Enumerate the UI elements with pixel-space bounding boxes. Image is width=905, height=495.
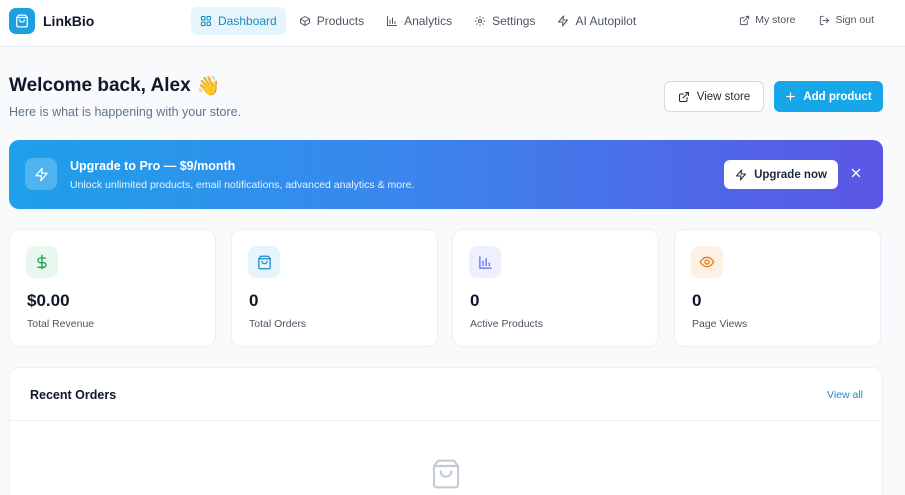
shopping-bag-icon — [430, 458, 462, 490]
stat-card-total-orders: 0 Total Orders — [231, 229, 438, 347]
view-all-orders-link[interactable]: View all — [827, 389, 863, 401]
view-store-label: View store — [696, 90, 751, 103]
sign-out-label: Sign out — [835, 14, 874, 26]
eye-icon — [691, 246, 723, 278]
lightning-icon — [735, 169, 747, 181]
upgrade-now-label: Upgrade now — [754, 168, 827, 181]
lightning-icon — [557, 15, 569, 27]
page-title: Welcome back, Alex 👋 — [9, 74, 220, 98]
waving-hand-emoji: 👋 — [196, 76, 221, 97]
nav-item-settings[interactable]: Settings — [465, 7, 544, 35]
stat-card-active-products: 0 Active Products — [452, 229, 659, 347]
main-nav: Dashboard Products Analytics Settings AI… — [191, 7, 645, 35]
plus-icon — [785, 91, 796, 102]
nav-item-label: AI Autopilot — [575, 14, 637, 28]
stat-value: 0 — [249, 291, 259, 310]
add-product-label: Add product — [803, 90, 872, 103]
lightning-icon — [25, 158, 57, 190]
gear-icon — [474, 15, 486, 27]
my-store-label: My store — [755, 14, 796, 26]
add-product-button[interactable]: Add product — [774, 81, 883, 112]
recent-orders-panel: Recent Orders View all — [9, 367, 883, 495]
sign-out-icon — [819, 15, 830, 26]
stat-label: Total Orders — [249, 318, 307, 330]
bar-chart-icon — [469, 246, 501, 278]
dollar-icon — [26, 246, 58, 278]
stat-value: 0 — [470, 291, 480, 310]
bar-chart-icon — [386, 15, 398, 27]
shopping-bag-icon — [248, 246, 280, 278]
stat-value: $0.00 — [27, 291, 70, 310]
sign-out-link[interactable]: Sign out — [819, 14, 874, 26]
account-links: My store Sign out — [739, 14, 874, 26]
nav-item-label: Dashboard — [218, 14, 277, 28]
recent-orders-title: Recent Orders — [30, 388, 117, 402]
box-icon — [299, 15, 311, 27]
shopping-bag-icon — [9, 8, 35, 34]
banner-title: Upgrade to Pro — $9/month — [70, 159, 236, 173]
stat-value: 0 — [692, 291, 702, 310]
stat-label: Page Views — [692, 318, 748, 330]
nav-item-products[interactable]: Products — [290, 7, 373, 35]
top-navigation-bar: LinkBio Dashboard Products Analytics Set… — [0, 0, 905, 47]
divider — [10, 420, 882, 421]
upgrade-banner: Upgrade to Pro — $9/month Unlock unlimit… — [9, 140, 883, 209]
page-subtitle: Here is what is happening with your stor… — [9, 105, 242, 119]
stat-label: Active Products — [470, 318, 543, 330]
view-store-button[interactable]: View store — [664, 81, 764, 112]
welcome-text: Welcome back, Alex — [9, 75, 191, 96]
nav-item-label: Products — [316, 14, 365, 28]
external-link-icon — [678, 91, 690, 103]
stat-card-total-revenue: $0.00 Total Revenue — [9, 229, 216, 347]
nav-item-ai-autopilot[interactable]: AI Autopilot — [548, 7, 645, 35]
nav-item-label: Settings — [492, 14, 536, 28]
stat-label: Total Revenue — [27, 318, 95, 330]
external-link-icon — [739, 15, 750, 26]
brand-logo[interactable]: LinkBio — [9, 8, 94, 34]
close-icon[interactable] — [849, 166, 863, 180]
nav-item-analytics[interactable]: Analytics — [377, 7, 461, 35]
nav-item-label: Analytics — [404, 14, 453, 28]
stat-card-page-views: 0 Page Views — [674, 229, 881, 347]
brand-name: LinkBio — [43, 13, 95, 29]
nav-item-dashboard[interactable]: Dashboard — [191, 7, 286, 35]
grid-icon — [200, 15, 212, 27]
my-store-link[interactable]: My store — [739, 14, 795, 26]
banner-description: Unlock unlimited products, email notific… — [70, 179, 415, 191]
upgrade-now-button[interactable]: Upgrade now — [724, 160, 838, 189]
